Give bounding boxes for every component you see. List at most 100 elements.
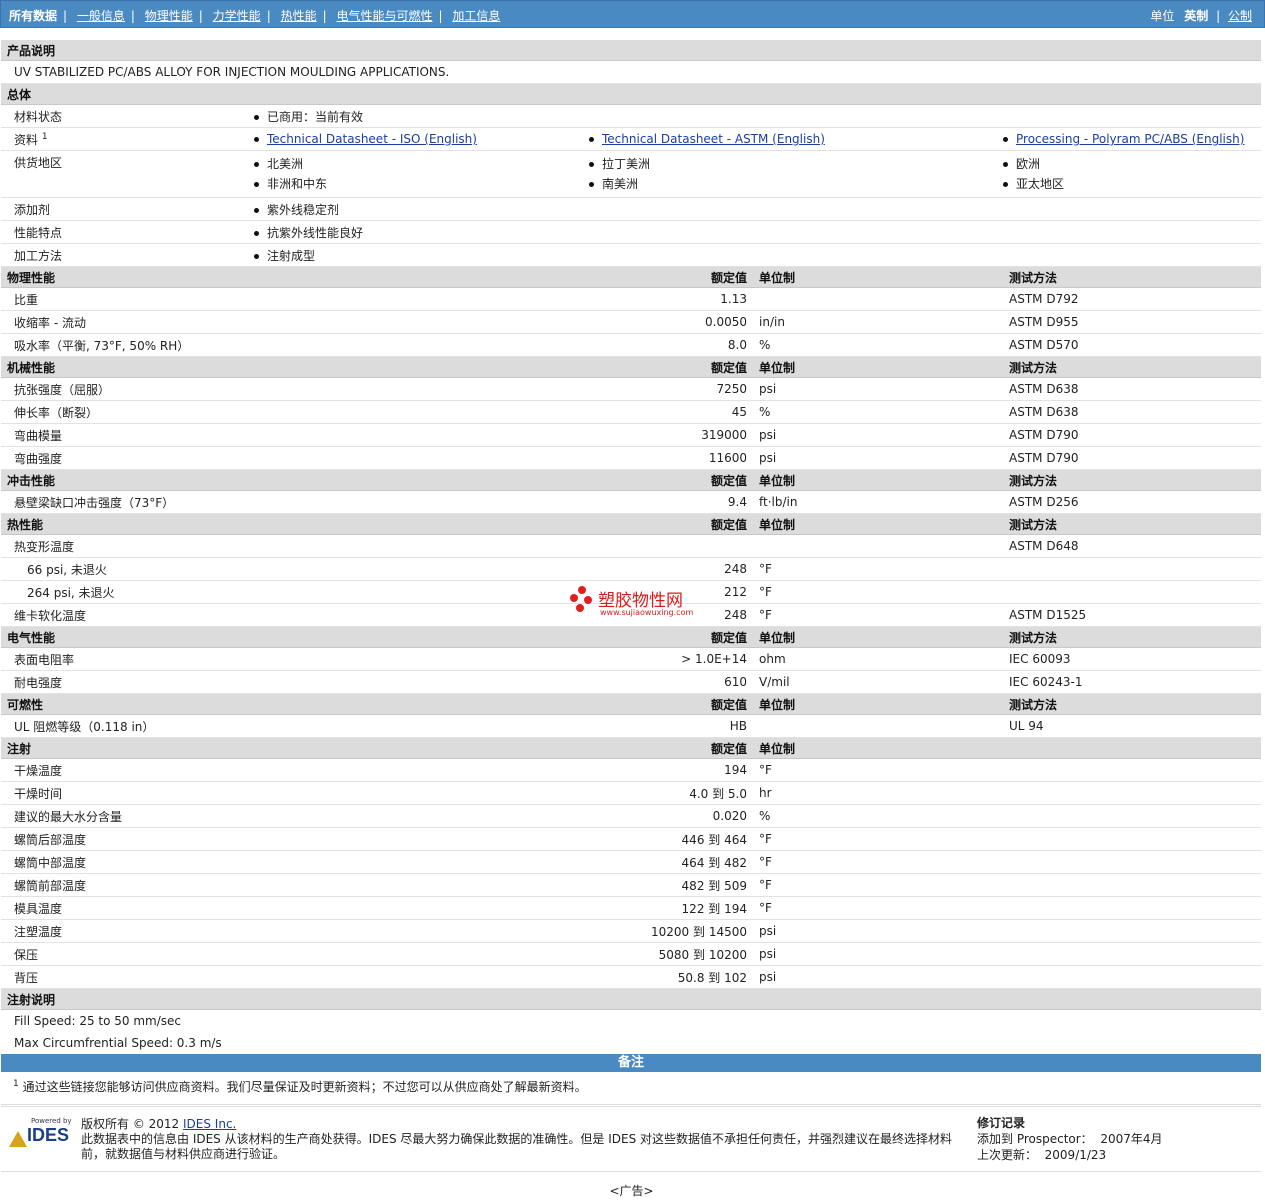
ides-triangle-icon (9, 1131, 27, 1147)
injection-row: 螺筒前部温度 482 到 509 °F (1, 873, 1262, 897)
property-unit (753, 287, 1003, 311)
general-row-regions: 供货地区 北美洲 非洲和中东 拉丁美洲 南美洲 欧洲 亚太地区 (1, 150, 1262, 198)
feature-value: 抗紫外线性能良好 (267, 225, 364, 240)
test-method (1003, 827, 1262, 851)
datasheet-table: 产品说明 UV STABILIZED PC/ABS ALLOY FOR INJE… (1, 40, 1262, 1054)
property-unit: °F (753, 758, 1003, 782)
property-value: 0.020 (583, 804, 753, 828)
property-unit: psi (753, 446, 1003, 470)
tab-all-data[interactable]: 所有数据 (9, 9, 57, 23)
tab-separator: | (322, 9, 327, 23)
company-link[interactable]: IDES Inc. (183, 1117, 236, 1131)
added-value: 2007年4月 (1100, 1132, 1163, 1146)
tab-general-info[interactable]: 一般信息 (77, 9, 125, 23)
test-method (1003, 781, 1262, 805)
doc-cell: Technical Datasheet - ISO (English) (248, 127, 583, 151)
property-value: HB (583, 714, 753, 738)
property-value: 抗紫外线性能良好 (248, 220, 1262, 244)
powered-by-text: Powered by (31, 1117, 72, 1125)
unit-metric-link[interactable]: 公制 (1228, 9, 1252, 23)
section-header-impact: 冲击性能 额定值 单位制 测试方法 (1, 469, 1262, 491)
column-header-unit: 单位制 (753, 513, 1003, 535)
column-header-value: 额定值 (583, 266, 753, 288)
property-unit (753, 534, 1003, 558)
property-value: 已商用：当前有效 (248, 104, 1262, 128)
doc-link-astm[interactable]: Technical Datasheet - ASTM (English) (602, 132, 825, 146)
property-label: 添加剂 (1, 197, 248, 221)
copyright-text: 版权所有 © 2012 (81, 1117, 180, 1131)
bullet-icon (589, 162, 594, 167)
tab-separator: | (130, 9, 135, 23)
test-method (1003, 758, 1262, 782)
tab-processing[interactable]: 加工信息 (452, 9, 500, 23)
property-label: 加工方法 (1, 243, 248, 267)
test-method: IEC 60243-1 (1003, 670, 1262, 694)
ides-logo[interactable]: Powered by IDES (9, 1117, 73, 1151)
property-value: 248 (583, 557, 753, 581)
footnote-row: 1 通过这些链接您能够访问供应商资料。我们尽量保证及时更新资料；不过您可以从供应… (1, 1072, 1261, 1105)
notes-header: 备注 (1, 1054, 1261, 1072)
impact-row: 悬壁梁缺口冲击强度（73°F） 9.4 ft·lb/in ASTM D256 (1, 490, 1262, 514)
property-label: 悬壁梁缺口冲击强度（73°F） (1, 490, 583, 514)
property-label: 耐电强度 (1, 670, 583, 694)
section-header-injection: 注射 额定值 单位制 (1, 737, 1262, 759)
general-row-additive: 添加剂 紫外线稳定剂 (1, 197, 1262, 221)
revision-title: 修订记录 (977, 1116, 1026, 1130)
bullet-icon (589, 137, 594, 142)
region-item: 南美洲 (602, 177, 639, 191)
units-label: 单位 (1150, 9, 1175, 23)
section-title: 电气性能 (1, 626, 583, 648)
test-method: ASTM D648 (1003, 534, 1262, 558)
doc-link-iso[interactable]: Technical Datasheet - ISO (English) (267, 132, 477, 146)
region-cell: 欧洲 亚太地区 (1003, 150, 1262, 198)
tab-electrical-flammability[interactable]: 电气性能与可燃性 (336, 9, 432, 23)
column-header-value: 额定值 (583, 626, 753, 648)
physical-row: 比重 1.13 ASTM D792 (1, 287, 1262, 311)
section-header-physical: 物理性能 额定值 单位制 测试方法 (1, 266, 1262, 288)
bullet-icon (254, 137, 259, 142)
injection-row: 注塑温度 10200 到 14500 psi (1, 919, 1262, 943)
injection-note: Max Circumfrential Speed: 0.3 m/s (14, 1036, 222, 1050)
section-header-electrical: 电气性能 额定值 单位制 测试方法 (1, 626, 1262, 648)
additive-value: 紫外线稳定剂 (267, 202, 340, 217)
column-header-method: 测试方法 (1003, 266, 1262, 288)
property-label: 性能特点 (1, 220, 248, 244)
column-header-method: 测试方法 (1003, 693, 1262, 715)
watermark-url: www.sujiaowuxing.com (600, 608, 694, 617)
bullet-icon (1003, 182, 1008, 187)
physical-row: 吸水率（平衡, 73°F, 50% RH） 8.0% ASTM D570 (1, 333, 1262, 357)
property-value: 45 (583, 400, 753, 424)
datasheet-content: 产品说明 UV STABILIZED PC/ABS ALLOY FOR INJE… (1, 40, 1262, 1105)
property-value: 8.0 (583, 333, 753, 357)
tab-thermal[interactable]: 热性能 (281, 9, 317, 23)
property-unit: hr (753, 781, 1003, 805)
section-title: 物理性能 (1, 266, 583, 288)
tab-physical[interactable]: 物理性能 (145, 9, 193, 23)
tab-separator: | (63, 9, 68, 23)
property-label: 干燥温度 (1, 758, 583, 782)
top-nav-bar: 所有数据 | 一般信息 | 物理性能 | 力学性能 | 热性能 | 电气性能与可燃性 | 加… (0, 0, 1265, 28)
added-label: 添加到 Prospector： (977, 1132, 1093, 1146)
unit-separator: | (1216, 9, 1221, 23)
bullet-icon (254, 207, 259, 213)
test-method (1003, 873, 1262, 897)
revision-history: 修订记录 添加到 Prospector： 2007年4月 上次更新： 2009/… (977, 1115, 1163, 1163)
region-cell: 北美洲 非洲和中东 (248, 150, 583, 198)
property-value: 紫外线稳定剂 (248, 197, 1262, 221)
tab-mechanical[interactable]: 力学性能 (213, 9, 261, 23)
doc-link-processing[interactable]: Processing - Polyram PC/ABS (English) (1016, 132, 1244, 146)
column-header-method: 测试方法 (1003, 626, 1262, 648)
region-item: 拉丁美洲 (602, 157, 651, 171)
docs-label: 资料 (14, 132, 39, 147)
column-header-unit: 单位制 (753, 693, 1003, 715)
injection-row: 建议的最大水分含量 0.020% (1, 804, 1262, 828)
section-title: 冲击性能 (1, 469, 583, 491)
property-label: 模具温度 (1, 896, 583, 920)
test-method (1003, 804, 1262, 828)
column-header-value: 额定值 (583, 356, 753, 378)
property-unit: °F (753, 850, 1003, 874)
unit-imperial: 英制 (1184, 9, 1209, 23)
bullet-icon (254, 162, 259, 167)
test-method (1003, 850, 1262, 874)
property-label: 收缩率 - 流动 (1, 310, 583, 334)
